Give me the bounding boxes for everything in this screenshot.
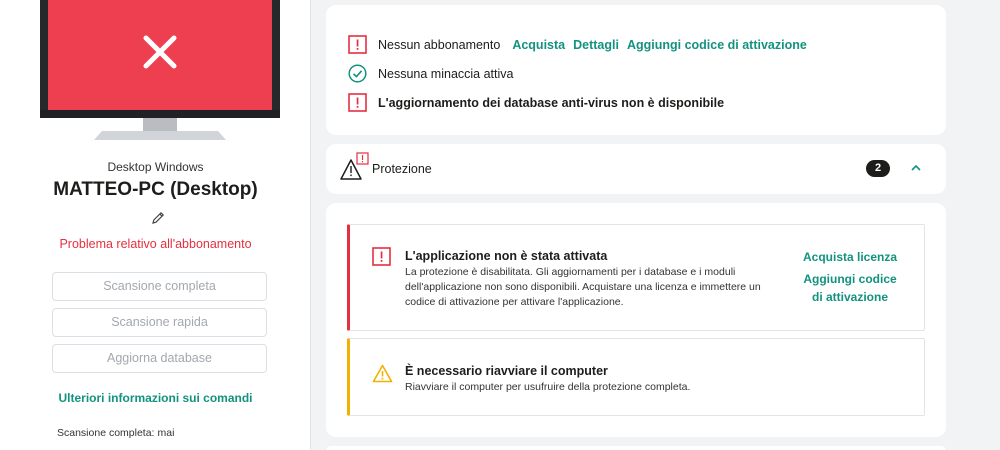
restart-issue: È necessario riavviare il computer Riavv… <box>347 338 925 416</box>
pencil-icon[interactable] <box>150 210 166 226</box>
buy-link[interactable]: Acquista <box>512 38 565 52</box>
last-scan: Scansione completa: mai <box>57 427 174 439</box>
issue-desc-line: Riavviare il computer per usufruire dell… <box>405 381 691 393</box>
threats-status: Nessuna minaccia attiva <box>348 64 513 83</box>
warning-triangle-icon <box>340 152 369 180</box>
issue-desc-line: codice di attivazione per attivare l'app… <box>405 296 624 308</box>
more-commands-link[interactable]: Ulteriori informazioni sui comandi <box>0 391 311 405</box>
add-activation-code-link[interactable]: Aggiungi codice di attivazione <box>795 270 905 306</box>
issue-desc-line: dell'applicazione non sono disponibili. … <box>405 281 761 293</box>
issue-desc-line: La protezione è disabilitata. Gli aggior… <box>405 266 736 278</box>
problem-status[interactable]: Problema relativo all'abbonamento <box>0 237 311 251</box>
issue-title: È necessario riavviare il computer <box>405 364 608 378</box>
subscription-text: Nessun abbonamento <box>378 37 501 52</box>
exclamation-square-icon <box>372 247 391 266</box>
issue-description: Riavviare il computer per usufruire dell… <box>405 380 690 395</box>
issue-title: L'applicazione non è stata attivata <box>405 249 608 263</box>
issue-description: La protezione è disabilitata. Gli aggior… <box>405 265 761 310</box>
threats-text: Nessuna minaccia attiva <box>378 66 514 81</box>
action-line: di attivazione <box>811 290 888 304</box>
protection-issues-card: L'applicazione non è stata attivata La p… <box>326 203 946 437</box>
device-type: Desktop Windows <box>107 160 204 174</box>
buy-license-link[interactable]: Acquista licenza <box>795 248 905 266</box>
exclamation-square-icon <box>348 35 367 54</box>
protection-header[interactable]: Protezione 2 <box>326 144 946 194</box>
device-panel: Desktop Windows MATTEO-PC (Desktop) Prob… <box>0 0 311 450</box>
status-card: Nessun abbonamento Acquista Dettagli Agg… <box>326 5 946 135</box>
last-scan-label: Scansione completa: <box>57 427 155 439</box>
check-circle-icon <box>348 64 367 83</box>
exclamation-square-icon <box>348 93 367 112</box>
next-card <box>326 446 946 450</box>
db-update-text: L'aggiornamento dei database anti-virus … <box>378 95 725 110</box>
update-database-button[interactable]: Aggiorna database <box>52 344 267 373</box>
details-link[interactable]: Dettagli <box>573 38 619 52</box>
action-line: Aggiungi codice <box>803 272 897 286</box>
protection-title: Protezione <box>372 162 432 176</box>
issue-count-badge: 2 <box>866 160 890 177</box>
device-name: MATTEO-PC (Desktop) <box>53 179 258 200</box>
last-scan-value: mai <box>157 427 175 439</box>
chevron-up-icon[interactable] <box>909 161 923 175</box>
db-update-status: L'aggiornamento dei database anti-virus … <box>348 93 724 112</box>
warning-triangle-icon <box>372 364 393 383</box>
full-scan-button[interactable]: Scansione completa <box>52 272 267 301</box>
subscription-status: Nessun abbonamento Acquista Dettagli Agg… <box>348 35 807 54</box>
activation-issue: L'applicazione non è stata attivata La p… <box>347 224 925 331</box>
monitor-icon <box>40 0 280 140</box>
quick-scan-button[interactable]: Scansione rapida <box>52 308 267 337</box>
add-activation-code-link[interactable]: Aggiungi codice di attivazione <box>627 38 807 52</box>
